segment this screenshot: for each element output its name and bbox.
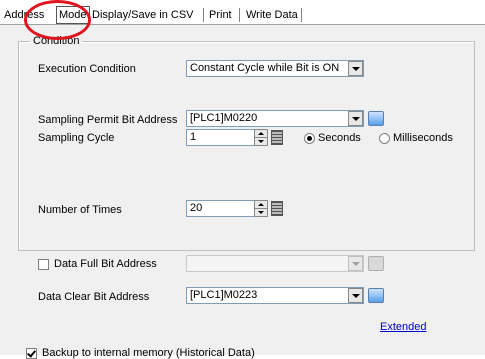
tab-separator xyxy=(203,8,204,22)
sampling-cycle-spinner[interactable] xyxy=(254,129,268,146)
address-input-icon[interactable] xyxy=(368,256,384,271)
tab-mode[interactable]: Mode xyxy=(56,6,90,24)
data-clear-address-input[interactable]: [PLC1]M0223 xyxy=(186,287,364,304)
number-of-times-value: 20 xyxy=(190,202,203,214)
execution-condition-value: Constant Cycle while Bit is ON xyxy=(190,62,340,74)
sampling-cycle-label: Sampling Cycle xyxy=(38,132,115,144)
data-full-address-input[interactable] xyxy=(186,255,364,272)
execution-condition-select[interactable]: Constant Cycle while Bit is ON xyxy=(186,60,364,77)
sampling-permit-address-input[interactable]: [PLC1]M0220 xyxy=(186,110,364,127)
tab-write-data[interactable]: Write Data xyxy=(246,8,298,22)
data-clear-label: Data Clear Bit Address xyxy=(38,291,150,303)
tab-print[interactable]: Print xyxy=(209,8,232,22)
chevron-down-icon[interactable] xyxy=(348,256,363,271)
data-clear-value: [PLC1]M0223 xyxy=(190,289,258,301)
backup-checkbox-label: Backup to internal memory (Historical Da… xyxy=(42,347,255,359)
sampling-permit-label: Sampling Permit Bit Address xyxy=(38,114,178,126)
chevron-down-icon[interactable] xyxy=(348,61,363,76)
number-of-times-label: Number of Times xyxy=(38,204,122,216)
radio-milliseconds[interactable] xyxy=(379,133,390,144)
tab-separator xyxy=(239,8,240,22)
keypad-icon[interactable] xyxy=(271,201,283,216)
radio-seconds[interactable] xyxy=(304,133,315,144)
address-input-icon[interactable] xyxy=(368,288,384,303)
chevron-down-icon[interactable] xyxy=(348,111,363,126)
extended-link[interactable]: Extended xyxy=(380,321,426,333)
data-full-checkbox[interactable] xyxy=(38,259,49,270)
number-of-times-spinner[interactable] xyxy=(254,200,268,217)
chevron-down-icon[interactable] xyxy=(348,288,363,303)
condition-group-title: Condition xyxy=(30,35,83,47)
address-input-icon[interactable] xyxy=(368,111,384,126)
radio-seconds-label: Seconds xyxy=(318,132,361,144)
sampling-permit-value: [PLC1]M0220 xyxy=(190,112,258,124)
tab-display-save-csv[interactable]: Display/Save in CSV xyxy=(92,8,194,22)
data-full-label: Data Full Bit Address xyxy=(54,258,157,270)
radio-milliseconds-label: Milliseconds xyxy=(393,132,453,144)
execution-condition-label: Execution Condition xyxy=(38,63,136,75)
sampling-cycle-value: 1 xyxy=(190,131,197,143)
keypad-icon[interactable] xyxy=(271,130,283,145)
tab-separator xyxy=(301,8,302,22)
tab-address[interactable]: Address xyxy=(4,8,44,22)
